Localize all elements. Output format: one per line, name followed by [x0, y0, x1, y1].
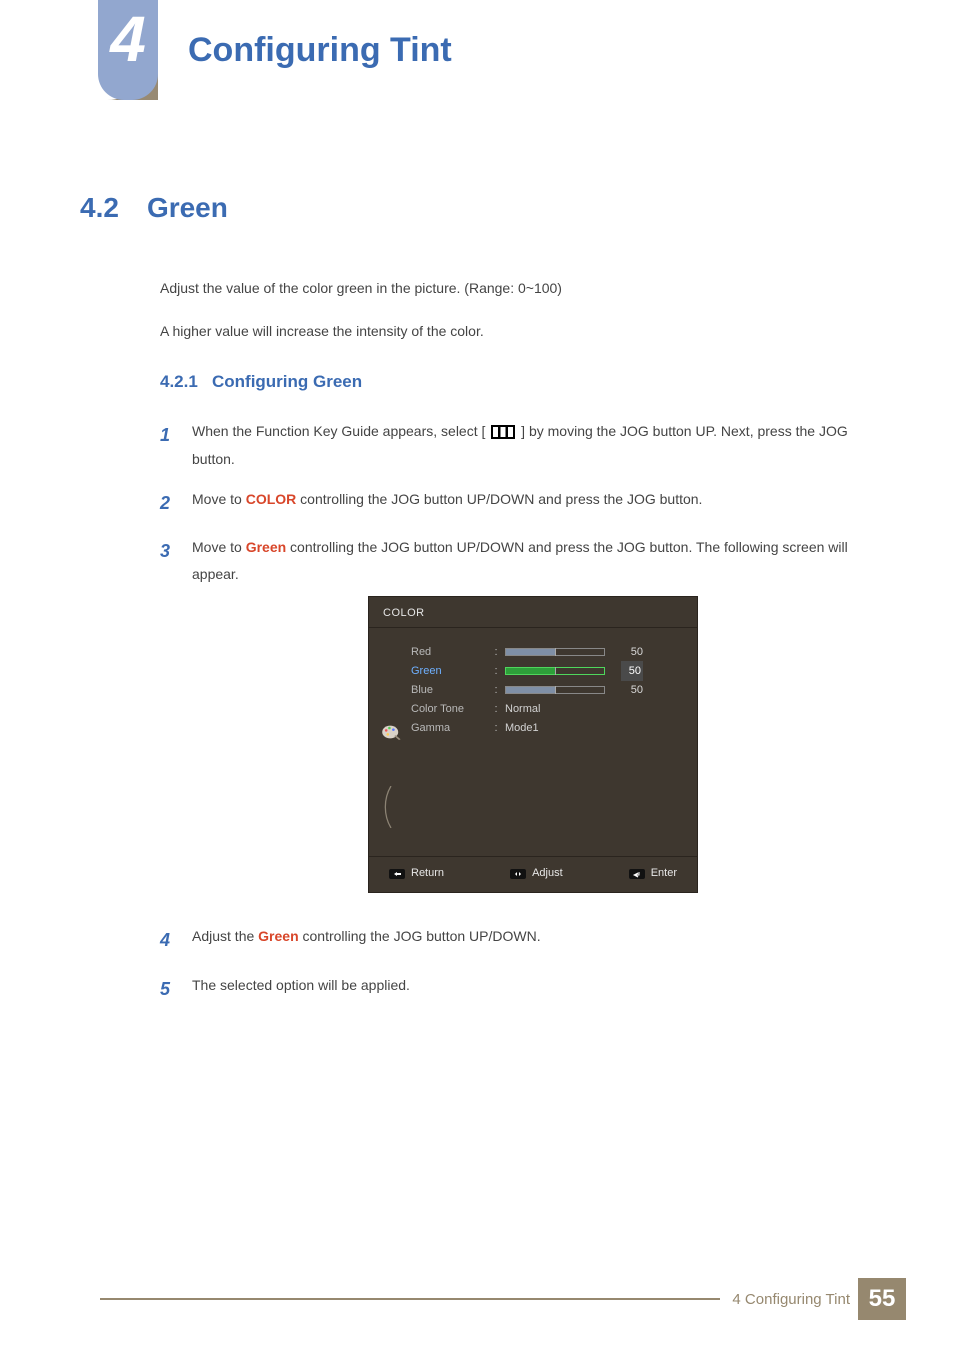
step-body: The selected option will be applied.: [192, 972, 874, 1006]
osd-value: 50: [621, 642, 643, 663]
intro-line-2: A higher value will increase the intensi…: [160, 321, 874, 342]
step-number: 1: [160, 418, 174, 472]
slider-blue: [505, 686, 605, 694]
osd-panel: COLOR: [368, 596, 698, 894]
step-2: 2 Move to COLOR controlling the JOG butt…: [160, 486, 874, 520]
osd-value: Normal: [505, 699, 540, 720]
osd-return-label: Return: [411, 863, 444, 884]
chapter-number: 4: [110, 2, 146, 76]
section-title: Green: [147, 192, 228, 224]
osd-row-blue: Blue : 50: [411, 680, 683, 699]
osd-row-gamma: Gamma : Mode1: [411, 718, 683, 737]
step-body: Move to Green controlling the JOG button…: [192, 534, 874, 909]
osd-label: Color Tone: [411, 699, 487, 720]
osd-adjust-label: Adjust: [532, 863, 563, 884]
subsection-number: 4.2.1: [160, 372, 198, 391]
step-body: Adjust the Green controlling the JOG but…: [192, 923, 874, 957]
highlight-color: COLOR: [246, 491, 297, 507]
subsection-title: Configuring Green: [212, 372, 362, 391]
osd-row-colortone: Color Tone : Normal: [411, 699, 683, 718]
highlight-green: Green: [246, 539, 286, 555]
osd-label: Blue: [411, 680, 487, 701]
step-body: Move to COLOR controlling the JOG button…: [192, 486, 874, 520]
section-heading: 4.2 Green: [80, 192, 874, 224]
adjust-key-icon: [510, 869, 526, 879]
page-number: 55: [858, 1278, 906, 1320]
step-number: 2: [160, 486, 174, 520]
return-key-icon: [389, 869, 405, 879]
osd-row-red: Red : 50: [411, 642, 683, 661]
step-5: 5 The selected option will be applied.: [160, 972, 874, 1006]
slider-red: [505, 648, 605, 656]
osd-value: 50: [621, 661, 643, 682]
section-intro: Adjust the value of the color green in t…: [160, 278, 874, 342]
step-number: 3: [160, 534, 174, 909]
highlight-green: Green: [258, 928, 298, 944]
footer-chapter-label: 4 Configuring Tint: [732, 1291, 850, 1308]
osd-row-green: Green : 50: [411, 661, 683, 680]
step-number: 5: [160, 972, 174, 1006]
curve-decoration-icon: [380, 786, 402, 828]
chapter-title: Configuring Tint: [188, 31, 452, 70]
step-number: 4: [160, 923, 174, 957]
step-4: 4 Adjust the Green controlling the JOG b…: [160, 923, 874, 957]
slider-green: [505, 667, 605, 675]
page-header: 4 Configuring Tint: [0, 0, 954, 100]
osd-value: Mode1: [505, 718, 539, 739]
subsection-heading: 4.2.1 Configuring Green: [160, 372, 874, 392]
page-content: 4.2 Green Adjust the value of the color …: [0, 100, 954, 1006]
chapter-number-tab: 4: [98, 0, 158, 100]
step-body: When the Function Key Guide appears, sel…: [192, 418, 874, 472]
enter-key-icon: [629, 869, 645, 879]
osd-title: COLOR: [369, 597, 697, 629]
step-1: 1 When the Function Key Guide appears, s…: [160, 418, 874, 472]
osd-footer: Return Adjust: [369, 856, 697, 892]
osd-screenshot: COLOR: [192, 596, 874, 894]
osd-label: Red: [411, 642, 487, 663]
footer-rule: [100, 1298, 720, 1320]
menu-icon: [482, 418, 526, 445]
palette-icon: [381, 724, 401, 740]
section-number: 4.2: [80, 192, 119, 224]
osd-label: Gamma: [411, 718, 487, 739]
osd-label: Green: [411, 661, 487, 682]
intro-line-1: Adjust the value of the color green in t…: [160, 278, 874, 299]
osd-value: 50: [621, 680, 643, 701]
steps-list: 1 When the Function Key Guide appears, s…: [160, 418, 874, 1006]
step-3: 3 Move to Green controlling the JOG butt…: [160, 534, 874, 909]
osd-enter-label: Enter: [651, 863, 677, 884]
header-title-wrap: Configuring Tint: [158, 0, 954, 100]
page-footer: 4 Configuring Tint 55: [0, 1278, 954, 1320]
